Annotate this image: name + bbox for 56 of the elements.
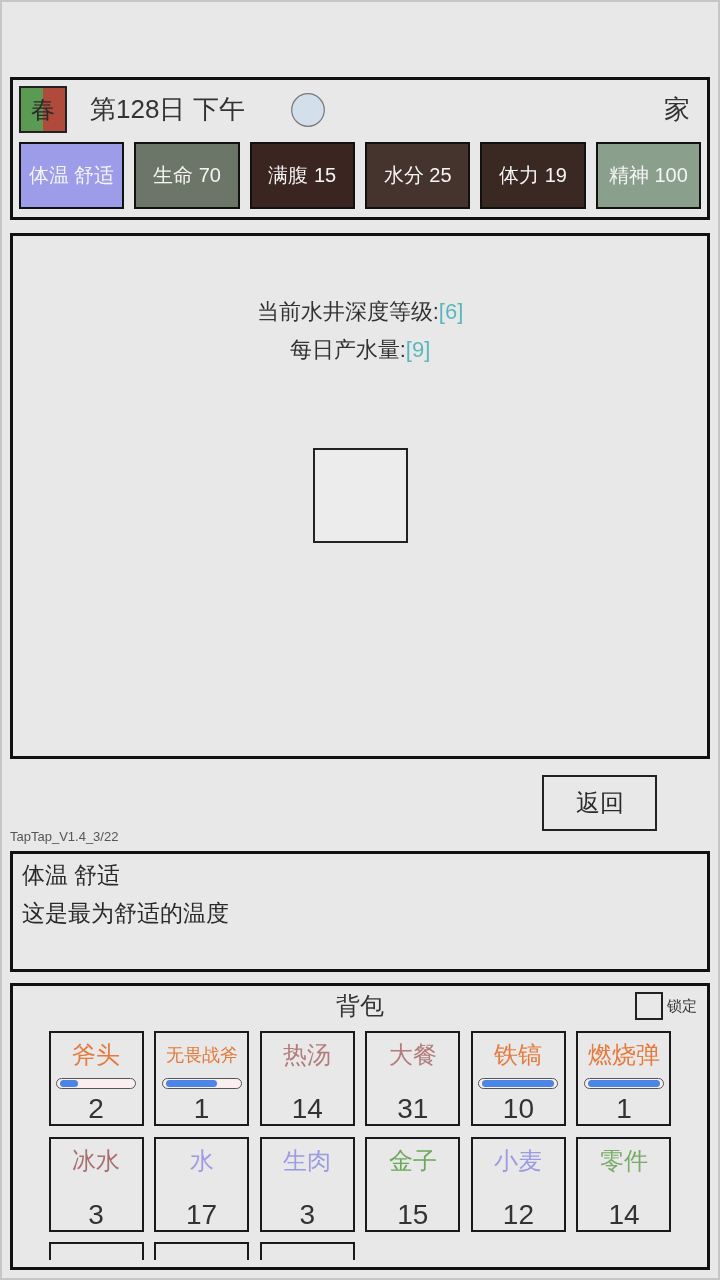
- item-count: 12: [502, 1199, 534, 1230]
- lock-checkbox[interactable]: [635, 992, 663, 1020]
- lock-label: 锁定: [667, 996, 697, 1016]
- item-name: 燃烧弹: [588, 1040, 660, 1070]
- item-name: 铁镐: [494, 1040, 543, 1070]
- item-name: 斧头: [72, 1040, 120, 1070]
- well-info-text: 每日产水量:[9]: [289, 336, 431, 364]
- inventory-slot[interactable]: 冰水 3: [48, 1136, 144, 1232]
- item-count: 3: [88, 1199, 104, 1230]
- item-name: 无畏战斧: [165, 1044, 238, 1067]
- item-count: 1: [616, 1094, 632, 1124]
- item-count: 2: [88, 1094, 104, 1124]
- item-count: 31: [397, 1094, 429, 1124]
- item-count: 1: [193, 1094, 210, 1124]
- item-name: 热汤: [283, 1040, 332, 1070]
- stat-button[interactable]: 体力 19: [480, 142, 586, 209]
- stat-button[interactable]: 水分 25: [365, 142, 471, 209]
- inventory-slot[interactable]: 铁镐 10: [470, 1031, 566, 1126]
- inventory-slot[interactable]: 斧头 2: [48, 1031, 144, 1126]
- stat-button[interactable]: 满腹 15: [249, 142, 355, 209]
- inventory-slot[interactable]: 大餐 31: [365, 1031, 461, 1126]
- item-name: 金子: [388, 1145, 437, 1176]
- item-count: 3: [299, 1199, 315, 1230]
- inventory-slot[interactable]: 无畏战斧 1: [154, 1031, 250, 1126]
- inventory-slot[interactable]: [48, 1242, 144, 1260]
- item-name: 水: [189, 1145, 214, 1176]
- item-count: 14: [291, 1094, 323, 1124]
- inventory-slot[interactable]: 热汤 14: [259, 1031, 355, 1126]
- item-name: 生肉: [283, 1145, 332, 1176]
- season-badge: 春: [19, 86, 67, 133]
- info-title: 体温 舒适: [22, 861, 122, 890]
- inventory-slot[interactable]: 生肉 3: [259, 1136, 355, 1232]
- item-count: 14: [608, 1199, 640, 1230]
- well-info-text: 当前水井深度等级:[6]: [256, 298, 464, 326]
- info-description: 这是最为舒适的温度: [22, 899, 230, 928]
- inventory-slot[interactable]: 零件 14: [576, 1136, 672, 1232]
- inventory-slot[interactable]: 金子 15: [365, 1136, 461, 1232]
- inventory-title: 背包: [336, 991, 384, 1021]
- item-name: 冰水: [72, 1145, 120, 1176]
- item-name: 小麦: [494, 1145, 543, 1176]
- inventory-slot[interactable]: 水 17: [154, 1136, 250, 1232]
- version-text: TapTap_V1.4_3/22: [10, 829, 119, 845]
- location-text: 家: [664, 93, 690, 126]
- stat-button[interactable]: 生命 70: [134, 142, 240, 209]
- inventory-slot[interactable]: [154, 1242, 250, 1260]
- inventory-slot[interactable]: [259, 1242, 355, 1260]
- date-text: 第128日 下午: [90, 93, 245, 126]
- inventory-slot[interactable]: 小麦 12: [470, 1136, 566, 1232]
- item-count: 10: [502, 1094, 534, 1124]
- item-count: 17: [186, 1199, 218, 1230]
- disc-icon: [290, 92, 325, 127]
- inventory-slot[interactable]: 燃烧弹 1: [576, 1031, 672, 1126]
- item-count: 15: [397, 1199, 429, 1230]
- item-name: 大餐: [388, 1040, 437, 1070]
- back-button[interactable]: 返回: [542, 775, 657, 831]
- item-name: 零件: [600, 1145, 648, 1176]
